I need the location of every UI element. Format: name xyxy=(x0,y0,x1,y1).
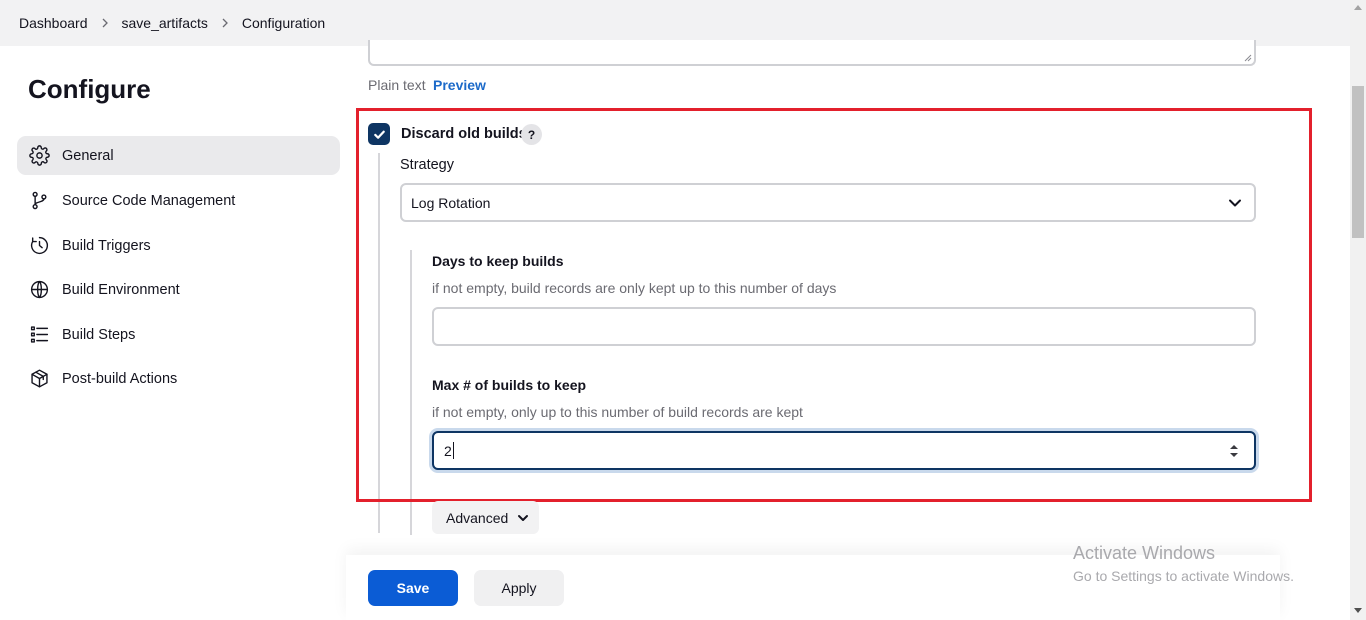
clock-icon xyxy=(28,235,50,257)
max-builds-description: if not empty, only up to this number of … xyxy=(432,404,803,420)
text-caret xyxy=(452,442,454,459)
max-builds-value: 2 xyxy=(444,442,452,459)
sidebar-item-build-steps[interactable]: Build Steps xyxy=(17,315,340,354)
number-spinner-icon[interactable] xyxy=(1229,443,1239,459)
section-indent-line xyxy=(378,153,380,533)
chevron-right-icon xyxy=(208,18,242,28)
breadcrumb-job[interactable]: save_artifacts xyxy=(122,15,208,31)
activate-windows-subtitle: Go to Settings to activate Windows. xyxy=(1073,568,1294,584)
strategy-label: Strategy xyxy=(400,157,454,173)
sidebar-item-label: Source Code Management xyxy=(62,192,236,209)
sidebar-item-label: Build Steps xyxy=(62,326,136,343)
sidebar-item-build-environment[interactable]: Build Environment xyxy=(17,270,340,309)
discard-old-builds-checkbox[interactable] xyxy=(368,123,390,145)
days-to-keep-label: Days to keep builds xyxy=(432,253,564,269)
scrollbar-thumb[interactable] xyxy=(1352,86,1364,238)
strategy-select[interactable]: Log Rotation xyxy=(400,183,1256,222)
checkmark-icon xyxy=(373,130,385,139)
apply-button[interactable]: Apply xyxy=(474,570,564,606)
days-to-keep-description: if not empty, build records are only kep… xyxy=(432,280,837,296)
package-icon xyxy=(28,368,50,390)
scroll-down-icon[interactable] xyxy=(1354,608,1362,614)
activate-windows-title: Activate Windows xyxy=(1073,543,1216,563)
resize-grip-icon[interactable] xyxy=(1244,54,1252,62)
vertical-scrollbar[interactable] xyxy=(1350,0,1366,620)
save-button[interactable]: Save xyxy=(368,570,458,606)
list-icon xyxy=(28,324,50,346)
chevron-down-icon xyxy=(518,514,529,521)
description-textarea[interactable] xyxy=(368,40,1256,66)
gear-icon xyxy=(28,145,50,167)
chevron-down-icon xyxy=(1227,195,1243,211)
globe-icon xyxy=(28,279,50,301)
discard-old-builds-label[interactable]: Discard old builds xyxy=(401,126,527,142)
advanced-button[interactable]: Advanced xyxy=(432,501,539,534)
sidebar-item-general[interactable]: General xyxy=(17,136,340,175)
subsection-indent-line xyxy=(410,250,412,535)
help-icon[interactable]: ? xyxy=(521,124,542,145)
scroll-up-icon[interactable] xyxy=(1354,4,1362,10)
plain-text-label: Plain text xyxy=(368,77,426,93)
sidebar-item-post-build-actions[interactable]: Post-build Actions xyxy=(17,359,340,398)
breadcrumb-dashboard[interactable]: Dashboard xyxy=(19,15,88,31)
page-title: Configure xyxy=(28,74,151,104)
sidebar-item-source-code-management[interactable]: Source Code Management xyxy=(17,181,340,220)
sidebar-item-build-triggers[interactable]: Build Triggers xyxy=(17,226,340,265)
chevron-right-icon xyxy=(88,18,122,28)
max-builds-input[interactable]: 2 xyxy=(432,431,1256,470)
breadcrumb-configuration[interactable]: Configuration xyxy=(242,15,325,31)
strategy-selected-value: Log Rotation xyxy=(411,194,491,211)
sidebar-item-label: General xyxy=(62,147,114,164)
branch-icon xyxy=(28,190,50,212)
days-to-keep-input[interactable] xyxy=(432,307,1256,346)
preview-link[interactable]: Preview xyxy=(433,77,486,93)
advanced-label: Advanced xyxy=(446,509,509,526)
max-builds-label: Max # of builds to keep xyxy=(432,377,587,393)
sidebar-item-label: Build Triggers xyxy=(62,237,151,254)
sidebar-item-label: Build Environment xyxy=(62,281,180,298)
sidebar-item-label: Post-build Actions xyxy=(62,370,178,387)
